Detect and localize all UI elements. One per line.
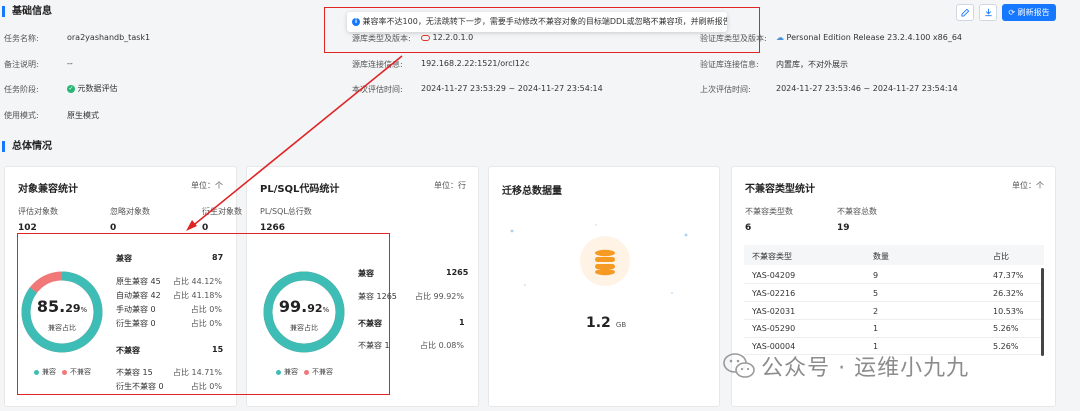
incompat-total-label: 不兼容总数: [837, 207, 877, 216]
database-icon-wrap: [580, 236, 630, 286]
row-count: 9: [873, 271, 879, 280]
incompat-types-unit: 单位：个: [1012, 181, 1044, 190]
row-count: 1: [873, 324, 879, 333]
row-pct: 10.53%: [993, 307, 1024, 316]
migrate-number: 1.2: [586, 315, 611, 331]
row-pct: 26.32%: [993, 289, 1024, 298]
incompat-total-value: 19: [837, 223, 850, 233]
row-type: YAS-04209: [752, 271, 796, 280]
header-type: 不兼容类型: [752, 252, 792, 261]
row-count: 2: [873, 307, 879, 316]
migrate-value: 1.2 GB: [586, 312, 626, 331]
table-scrollbar[interactable]: [1041, 268, 1044, 356]
row-type: YAS-02216: [752, 289, 796, 298]
incompat-types-title: 不兼容类型统计: [745, 184, 815, 195]
row-type: YAS-05290: [752, 324, 796, 333]
header-pct: 占比: [993, 252, 1009, 261]
watermark-text: 公众号 · 运维小九九: [761, 356, 970, 381]
row-count: 5: [873, 289, 879, 298]
watermark: 公众号 · 运维小九九: [722, 350, 1052, 386]
migrate-unit: GB: [615, 321, 627, 329]
wechat-icon: [723, 353, 755, 378]
database-icon: [595, 249, 615, 276]
header-count: 数量: [873, 252, 889, 261]
row-type: YAS-02031: [752, 307, 796, 316]
row-pct: 5.26%: [993, 324, 1019, 333]
migrate-title: 迁移总数据量: [502, 186, 562, 197]
row-pct: 47.37%: [993, 271, 1024, 280]
type-count-label: 不兼容类型数: [745, 207, 793, 216]
type-count-value: 6: [745, 223, 752, 233]
